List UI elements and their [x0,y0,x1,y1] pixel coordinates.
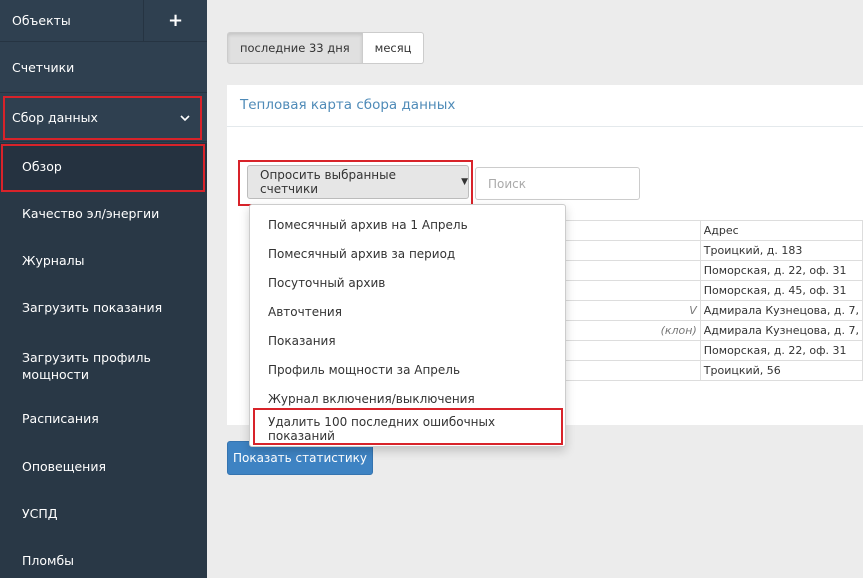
sidebar-item-objects[interactable]: Объекты + [0,0,207,42]
highlight-delete-item [253,408,563,445]
sidebar-item-label: Загрузить профиль мощности [22,350,151,382]
table-cell: Поморская, д. 22, оф. 31 [699,340,863,361]
sidebar-item-counters[interactable]: Счетчики [0,43,207,93]
highlight-overview [1,144,205,192]
sidebar-item-schedules[interactable]: Расписания [0,395,207,442]
sidebar-item-label: Расписания [22,411,99,426]
search-input[interactable] [475,167,640,200]
table-cell: Троицкий, 56 [699,360,863,381]
menu-item-auto-readings[interactable]: Авточтения [250,297,565,326]
menu-item-monthly-archive-period[interactable]: Помесячный архив за период [250,239,565,268]
plus-icon[interactable]: + [143,0,207,42]
sidebar: Объекты + Счетчики Сбор данных Обзор Кач… [0,0,207,578]
menu-item-monthly-archive-april[interactable]: Помесячный архив на 1 Апрель [250,210,565,239]
sidebar-item-label: Объекты [12,13,71,28]
sidebar-item-load-power-profile[interactable]: Загрузить профиль мощности [0,331,160,401]
menu-item-daily-archive[interactable]: Посуточный архив [250,268,565,297]
sidebar-item-seals[interactable]: Пломбы [0,537,207,578]
highlight-data-collection [3,96,202,140]
sidebar-item-label: Загрузить показания [22,300,163,315]
sidebar-item-label: Журналы [22,253,85,268]
menu-item-readings[interactable]: Показания [250,326,565,355]
sidebar-item-quality[interactable]: Качество эл/энергии [0,190,207,237]
sidebar-item-notifications[interactable]: Оповещения [0,443,207,490]
table-cell: Троицкий, д. 183 [699,240,863,261]
sidebar-submenu: Обзор Качество эл/энергии Журналы Загруз… [0,143,207,578]
panel-title: Тепловая карта сбора данных [227,85,863,127]
table-cell: Адмирала Кузнецова, д. 7, [699,300,863,321]
menu-item-power-profile-april[interactable]: Профиль мощности за Апрель [250,355,565,384]
table-cell: Поморская, д. 22, оф. 31 [699,260,863,281]
period-month-button[interactable]: месяц [362,32,425,64]
sidebar-item-journals[interactable]: Журналы [0,237,207,284]
sidebar-item-label: Оповещения [22,459,106,474]
sidebar-item-label: Пломбы [22,553,75,568]
sidebar-item-label: Счетчики [12,60,75,75]
period-last-days-button[interactable]: последние 33 дня [227,32,363,64]
sidebar-item-uspd[interactable]: УСПД [0,490,207,537]
sidebar-item-label: УСПД [22,506,58,521]
sidebar-item-load-readings[interactable]: Загрузить показания [0,284,207,331]
table-cell: Поморская, д. 45, оф. 31 [699,280,863,301]
sidebar-item-label: Качество эл/энергии [22,206,160,221]
table-cell: Адмирала Кузнецова, д. 7, [699,320,863,341]
highlight-query-button [238,160,473,206]
table-cell: Адрес [699,220,863,241]
period-switch: последние 33 дня месяц [227,32,425,64]
